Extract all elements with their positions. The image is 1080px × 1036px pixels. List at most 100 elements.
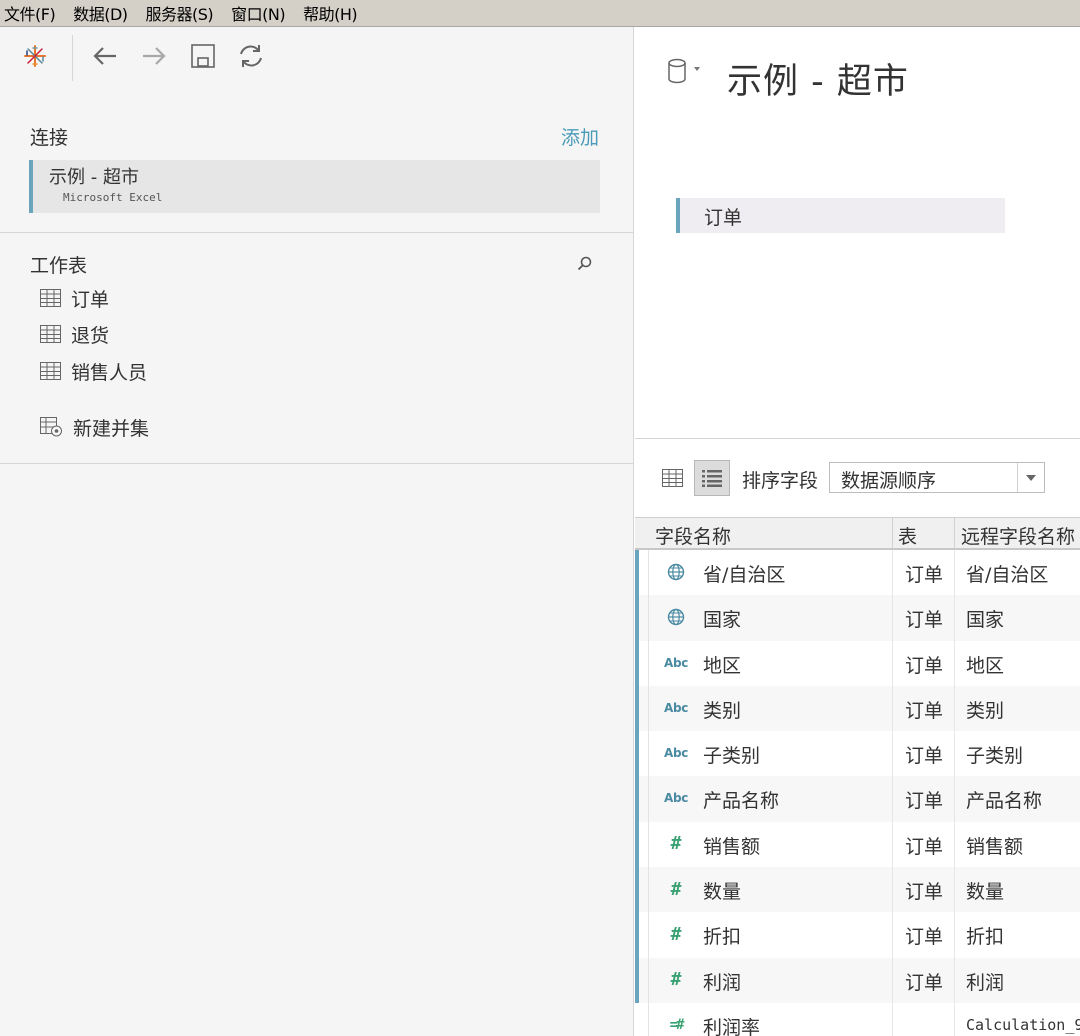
table-row[interactable]: =# 利润率 Calculation_9 [635, 1002, 1080, 1036]
column-divider [954, 1002, 955, 1036]
sheet-item-orders[interactable]: 订单 [40, 285, 109, 311]
table-row[interactable]: 国家 订单 国家 [635, 595, 1080, 641]
type-label: # [670, 878, 682, 900]
back-arrow-icon[interactable] [90, 41, 120, 71]
field-name[interactable]: 产品名称 [703, 786, 779, 813]
string-type-icon[interactable]: Abc [663, 696, 689, 720]
table-row[interactable]: # 销售额 订单 销售额 [635, 821, 1080, 868]
tableau-logo-icon[interactable] [20, 41, 50, 71]
fields-table-body: 省/自治区 订单 省/自治区 国家 订单 国家 Abc 地区 订单 地区 Abc 类别 订单 类别 Abc 子… [635, 550, 1080, 1036]
number-type-icon[interactable]: # [663, 922, 689, 946]
field-table: 订单 [905, 699, 944, 722]
canvas-table-label: 订单 [704, 207, 743, 229]
calculated-field-icon[interactable]: =# [663, 1013, 689, 1036]
field-name[interactable]: 利润 [703, 968, 741, 995]
column-divider[interactable] [892, 518, 893, 549]
menu-server[interactable]: 服务器(S) [146, 1, 214, 25]
column-divider[interactable] [954, 518, 955, 549]
remote-field-name: 地区 [966, 654, 1005, 677]
field-name[interactable]: 类别 [703, 696, 741, 723]
add-connection-link[interactable]: 添加 [561, 123, 599, 150]
table-icon [40, 325, 61, 343]
number-type-icon[interactable]: # [663, 968, 689, 992]
number-type-icon[interactable]: # [663, 877, 689, 901]
connections-label: 连接 [30, 127, 69, 149]
field-name[interactable]: 省/自治区 [703, 560, 785, 587]
type-label: # [670, 923, 682, 945]
field-name[interactable]: 地区 [703, 651, 741, 678]
table-row[interactable]: Abc 类别 订单 类别 [635, 685, 1080, 732]
column-divider [954, 731, 955, 777]
canvas-table-orders[interactable]: 订单 [676, 198, 1005, 233]
column-divider [892, 731, 893, 777]
field-table: 订单 [905, 971, 944, 994]
row-divider [648, 1002, 649, 1036]
row-divider [648, 731, 649, 777]
new-union-button[interactable]: 新建并集 [40, 414, 149, 440]
table-row[interactable]: # 数量 订单 数量 [635, 867, 1080, 913]
search-icon[interactable] [576, 255, 594, 273]
type-label: # [670, 833, 682, 855]
table-row[interactable]: Abc 子类别 订单 子类别 [635, 731, 1080, 777]
sheet-item-returns[interactable]: 退货 [40, 321, 109, 347]
grid-view-icon [661, 469, 683, 487]
right-pane: 示例 - 超市 订单 排序字段 数据源顺序 字段名称 表 远程字段名称 省/自治… [635, 27, 1080, 1036]
save-icon[interactable] [188, 41, 218, 71]
column-divider [892, 1002, 893, 1036]
field-table: 订单 [905, 654, 944, 677]
field-name[interactable]: 折扣 [703, 922, 741, 949]
menu-help[interactable]: 帮助(H) [303, 1, 358, 25]
table-row[interactable]: Abc 产品名称 订单 产品名称 [635, 776, 1080, 822]
field-name[interactable]: 子类别 [703, 741, 760, 768]
string-type-icon[interactable]: Abc [663, 651, 689, 675]
left-pane: 连接 添加 示例 - 超市 Microsoft Excel 工作表 订单 退货 … [0, 27, 634, 1036]
field-name[interactable]: 数量 [703, 877, 741, 904]
column-header-table[interactable]: 表 [898, 522, 917, 549]
remote-field-name: Calculation_9 [966, 1015, 1080, 1034]
toolbar-separator [72, 35, 73, 81]
field-name[interactable]: 利润率 [703, 1013, 760, 1036]
row-accent-bar [635, 957, 639, 1003]
column-divider [954, 685, 955, 732]
table-row[interactable]: # 折扣 订单 折扣 [635, 912, 1080, 958]
sort-fields-select[interactable]: 数据源顺序 [829, 462, 1045, 493]
column-divider [892, 912, 893, 958]
type-label: Abc [663, 746, 689, 761]
field-table: 订单 [905, 609, 944, 632]
table-row[interactable]: 省/自治区 订单 省/自治区 [635, 550, 1080, 596]
list-view-button[interactable] [694, 460, 730, 496]
table-row[interactable]: Abc 地区 订单 地区 [635, 640, 1080, 686]
datasource-title[interactable]: 示例 - 超市 [727, 53, 909, 104]
chevron-down-icon[interactable] [1017, 463, 1044, 492]
menu-file[interactable]: 文件(F) [4, 1, 56, 25]
column-header-field-name[interactable]: 字段名称 [655, 522, 731, 549]
remote-field-name: 折扣 [966, 926, 1005, 949]
refresh-icon[interactable] [236, 41, 266, 71]
forward-arrow-icon[interactable] [139, 41, 169, 71]
column-divider [892, 821, 893, 868]
globe-icon[interactable] [663, 560, 689, 584]
row-accent-bar [635, 550, 639, 596]
column-divider [954, 821, 955, 868]
grid-view-button[interactable] [657, 463, 687, 493]
column-header-remote-name[interactable]: 远程字段名称 [961, 522, 1075, 549]
menu-window[interactable]: 窗口(N) [231, 1, 285, 25]
string-type-icon[interactable]: Abc [663, 786, 689, 810]
menu-data[interactable]: 数据(D) [73, 1, 128, 25]
field-name[interactable]: 国家 [703, 605, 741, 632]
field-table: 订单 [905, 926, 944, 949]
column-divider [954, 957, 955, 1003]
table-row[interactable]: # 利润 订单 利润 [635, 957, 1080, 1003]
string-type-icon[interactable]: Abc [663, 741, 689, 765]
number-type-icon[interactable]: # [663, 832, 689, 856]
sheet-item-label: 订单 [71, 288, 110, 311]
row-accent-bar [635, 867, 639, 913]
field-name[interactable]: 销售额 [703, 832, 760, 859]
sort-fields-label: 排序字段 [742, 470, 819, 492]
connection-item[interactable]: 示例 - 超市 Microsoft Excel [29, 160, 600, 213]
list-view-icon [702, 470, 722, 487]
remote-field-name: 省/自治区 [966, 564, 1049, 586]
globe-icon[interactable] [663, 605, 689, 629]
sheet-item-salespeople[interactable]: 销售人员 [40, 358, 147, 384]
database-icon[interactable] [667, 57, 707, 91]
